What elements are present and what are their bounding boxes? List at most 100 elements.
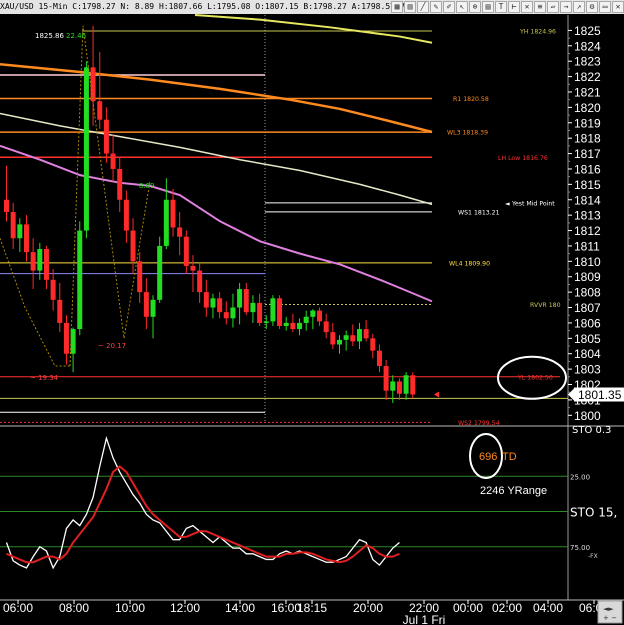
candle-body — [63, 322, 69, 354]
price-tick-label: 1808 — [574, 286, 601, 300]
candle-body — [183, 236, 189, 266]
candle-body — [376, 350, 382, 367]
fx-label: -FX — [588, 553, 598, 560]
chart-annotation: ~ 20.17 — [98, 342, 126, 350]
candle-body — [303, 316, 309, 323]
candle-body — [10, 212, 16, 239]
candle-body — [210, 298, 216, 308]
price-tick-label: 1800 — [574, 409, 601, 423]
price-tick-label: 1817 — [574, 147, 601, 161]
price-tick-label: 1818 — [574, 132, 601, 146]
level-label: LH Low 1816.76 — [498, 155, 548, 162]
candle-body — [43, 249, 49, 280]
candle-body — [230, 307, 236, 319]
scroll-arrows-icon: ◄► — [603, 605, 614, 613]
price-tick-label: 1823 — [574, 55, 601, 69]
candle-body — [310, 310, 316, 317]
candle-body — [283, 322, 289, 327]
sma-pink-line — [0, 144, 433, 303]
level-label: WS1 1813.21 — [458, 209, 500, 216]
candle-body — [37, 249, 43, 271]
candle-body — [383, 366, 389, 391]
price-tick-label: 1814 — [574, 193, 601, 207]
candle-body — [337, 339, 342, 345]
chart-annotation: 22.46 — [66, 32, 87, 40]
candle-body — [150, 299, 156, 317]
zoom-buttons-icon: + − — [603, 614, 617, 622]
candle-body — [197, 270, 203, 293]
candle-body — [30, 252, 36, 271]
time-tick-label: 04:00 — [533, 601, 563, 615]
candle-body — [330, 332, 336, 345]
time-tick-label: 18:15 — [297, 601, 327, 615]
price-tick-label: 1804 — [574, 347, 601, 361]
time-tick-label: 08:00 — [59, 601, 89, 615]
time-tick-label: 00:00 — [453, 601, 483, 615]
level-label: Yest Mid Point — [511, 200, 555, 207]
price-tick-label: 1819 — [574, 116, 601, 130]
candle-body — [350, 335, 356, 342]
oscillator-tick-label: 25.00 — [570, 473, 590, 481]
candle-body — [277, 298, 283, 327]
price-tick-label: 1825 — [574, 24, 601, 38]
candle-body — [177, 227, 183, 237]
price-tick-label: 1821 — [574, 85, 601, 99]
current-price-label: 1801.35 — [578, 388, 622, 402]
price-chart: YH 1824.96 R1 1820.58 WL3 1818.39 LH Low 18… — [0, 14, 624, 625]
time-tick-label: 14:00 — [225, 601, 255, 615]
candle-body — [343, 335, 349, 340]
candle-body — [396, 381, 402, 394]
oscillator-label: STO 15, — [570, 506, 617, 520]
time-tick-label: 12:00 — [170, 601, 200, 615]
candle-body — [110, 153, 116, 169]
candle-body — [83, 67, 89, 231]
candle-body — [243, 289, 249, 313]
candle-body — [137, 261, 143, 293]
chart-annotation: 8.89 — [139, 182, 155, 190]
level-arrow: ◄ — [505, 200, 510, 207]
price-tick-label: 1815 — [574, 178, 601, 192]
price-tick-label: 1810 — [574, 255, 601, 269]
level-label: R1 1820.58 — [453, 96, 489, 103]
candle-body — [323, 321, 329, 333]
candle-body — [50, 279, 56, 300]
candle-body — [250, 302, 256, 313]
candle-body — [4, 199, 9, 213]
level-label: WS2 1799.54 — [458, 420, 500, 427]
candle-body — [390, 381, 396, 391]
candle-body — [363, 329, 369, 339]
price-tick-label: 1812 — [574, 224, 601, 238]
candle-body — [170, 199, 176, 228]
candle-body — [97, 101, 103, 120]
level-label: YL 1802.50 — [517, 374, 553, 381]
candle-body — [77, 230, 83, 330]
price-tick-label: 1807 — [574, 301, 601, 315]
price-tick-label: 1820 — [574, 101, 601, 115]
candle-body — [263, 321, 269, 323]
candle-body — [17, 224, 23, 239]
candle-body — [190, 265, 196, 271]
date-label: Jul 1 Fri — [403, 613, 446, 625]
price-tick-label: 1811 — [574, 239, 600, 253]
candle-body — [143, 292, 149, 317]
stochastic-k-line — [5, 435, 400, 570]
last-price-marker — [434, 391, 439, 398]
oscillator-header-label: STO 0.3 — [572, 425, 611, 436]
candle-body — [356, 329, 362, 342]
level-label: WL4 1809.90 — [449, 260, 490, 267]
chart-annotation: 1825.86 — [35, 32, 64, 40]
price-tick-label: 1805 — [574, 332, 601, 346]
td-label: TD — [502, 451, 517, 463]
level-label: WL3 1818.39 — [447, 130, 488, 137]
price-tick-label: 1803 — [574, 363, 601, 377]
candle-body — [203, 292, 209, 308]
level-label: RVVR 180 — [530, 302, 561, 309]
chart-annotation: ~ 19.34 — [30, 374, 59, 382]
candle-body — [23, 224, 29, 253]
price-tick-label: 1816 — [574, 162, 601, 176]
time-tick-label: 10:00 — [115, 601, 145, 615]
price-tick-label: 1822 — [574, 70, 601, 84]
candle-body — [317, 310, 323, 322]
candle-body — [57, 299, 63, 323]
candle-body — [257, 302, 263, 323]
